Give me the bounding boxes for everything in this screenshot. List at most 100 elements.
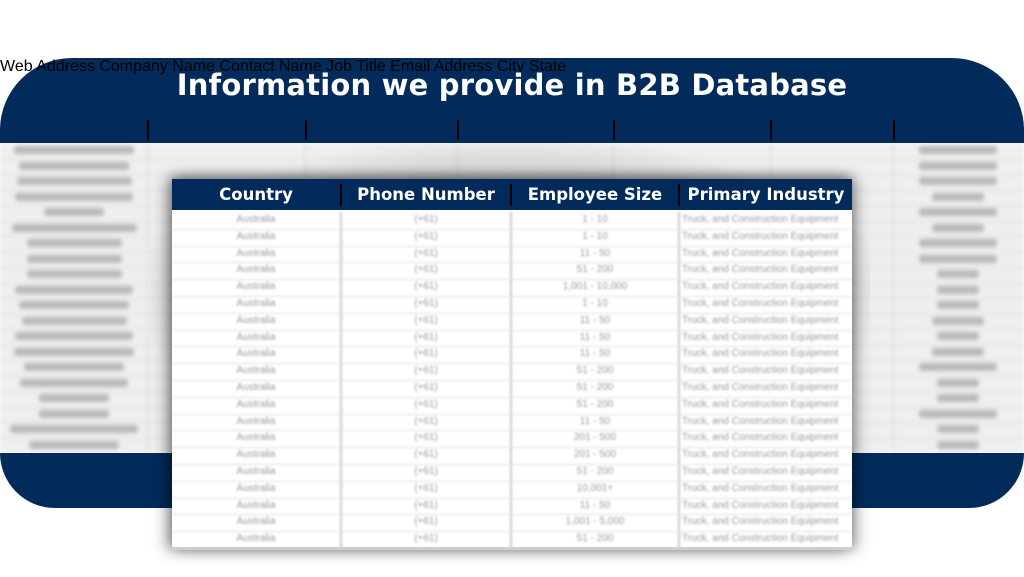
cell-employee-size: 11 - 50 bbox=[579, 247, 611, 259]
cell-employee-size: 201 - 500 bbox=[573, 432, 617, 444]
cell-country: Australia bbox=[236, 499, 276, 511]
cell-phone-number: (+61) bbox=[414, 230, 438, 242]
column-separator bbox=[457, 120, 459, 140]
cell-country: Australia bbox=[236, 516, 276, 528]
blurred-web-address bbox=[26, 239, 122, 247]
table-row: Australia (+61) 11 - 50 Truck, and Construc… bbox=[172, 346, 852, 365]
cell-phone-number: (+61) bbox=[414, 398, 438, 410]
cell-primary-industry: Truck, and Construction Equipment bbox=[682, 247, 839, 259]
cell-employee-size: 51 - 200 bbox=[576, 466, 614, 477]
cell-employee-size: 51 - 200 bbox=[576, 533, 614, 545]
blurred-state bbox=[919, 161, 997, 170]
cell-phone-number: (+61) bbox=[414, 382, 438, 393]
cell-primary-industry: Truck, and Construction Equipment bbox=[682, 365, 839, 377]
table-row: Australia (+61) 1 - 10 Truck, and Construct… bbox=[172, 296, 852, 314]
blurred-web-address bbox=[14, 347, 134, 356]
cell-phone-number: (+61) bbox=[414, 281, 438, 293]
blurred-state bbox=[919, 239, 997, 247]
cell-phone-number: (+61) bbox=[414, 348, 438, 360]
cell-country: Australia bbox=[236, 466, 276, 477]
cell-primary-industry: Truck, and Construction Equipment bbox=[682, 516, 839, 528]
blurred-state bbox=[919, 208, 997, 216]
table-row: Australia (+61) 51 - 200 Truck, and Constru… bbox=[172, 380, 852, 398]
cell-employee-size: 51 - 200 bbox=[576, 365, 614, 377]
cell-country: Australia bbox=[236, 348, 276, 360]
blurred-state bbox=[937, 394, 979, 402]
cell-country: Australia bbox=[236, 247, 276, 259]
cell-country: Australia bbox=[236, 432, 276, 444]
cell-phone-number: (+61) bbox=[414, 264, 438, 276]
cell-country: Australia bbox=[236, 482, 276, 494]
table-row: Australia (+61) 1,001 - 10,000 Truck, and C… bbox=[172, 279, 852, 297]
table-row: Australia (+61) 11 - 50 Truck, and Construc… bbox=[172, 313, 852, 331]
table-row: Australia (+61) 11 - 50 Truck, and Construc… bbox=[172, 330, 852, 348]
blurred-web-address bbox=[16, 177, 132, 185]
blurred-web-address bbox=[21, 316, 127, 325]
cell-primary-industry: Truck, and Construction Equipment bbox=[682, 214, 839, 225]
cell-country: Australia bbox=[236, 382, 276, 393]
column-separator bbox=[613, 120, 615, 140]
cell-employee-size: 1 - 10 bbox=[582, 298, 608, 309]
table-row: Australia (+61) 10,001+ Truck, and Construc… bbox=[172, 481, 852, 499]
column-header-country: Country bbox=[219, 185, 293, 204]
cell-country: Australia bbox=[236, 314, 276, 326]
blurred-state bbox=[932, 316, 984, 325]
blurred-web-address bbox=[15, 192, 133, 201]
foreground-table-header: Country Phone Number Employee Size Prima… bbox=[172, 179, 852, 210]
column-header-employee-size: Employee Size bbox=[527, 185, 663, 204]
cell-primary-industry: Truck, and Construction Equipment bbox=[682, 264, 839, 276]
column-separator bbox=[305, 120, 307, 140]
blurred-state bbox=[937, 332, 979, 340]
cell-primary-industry: Truck, and Construction Equipment bbox=[682, 331, 839, 343]
banner-header: Information we provide in B2B Database W… bbox=[0, 58, 1024, 143]
column-header-primary-industry: Primary Industry bbox=[687, 185, 845, 204]
column-separator bbox=[893, 120, 895, 140]
cell-phone-number: (+61) bbox=[414, 415, 438, 427]
blurred-web-address bbox=[26, 270, 122, 278]
cell-employee-size: 1,001 - 5,000 bbox=[565, 516, 625, 528]
blurred-state bbox=[932, 192, 984, 201]
blurred-state bbox=[919, 177, 997, 185]
cell-country: Australia bbox=[236, 415, 276, 427]
table-row: Australia (+61) 1,001 - 5,000 Truck, and Co… bbox=[172, 514, 852, 533]
cell-country: Australia bbox=[236, 264, 276, 276]
cell-employee-size: 51 - 200 bbox=[576, 382, 614, 393]
cell-primary-industry: Truck, and Construction Equipment bbox=[682, 533, 839, 545]
cell-phone-number: (+61) bbox=[414, 516, 438, 528]
cell-primary-industry: Truck, and Construction Equipment bbox=[682, 398, 839, 410]
cell-phone-number: (+61) bbox=[414, 214, 438, 225]
blurred-state bbox=[937, 378, 979, 387]
cell-phone-number: (+61) bbox=[414, 365, 438, 377]
table-row: Australia (+61) 11 - 50 Truck, and Construc… bbox=[172, 414, 852, 432]
cell-country: Australia bbox=[236, 281, 276, 293]
table-row: Australia (+61) 51 - 200 Truck, and Constru… bbox=[172, 262, 852, 281]
table-bottom-edge bbox=[172, 547, 852, 550]
cell-phone-number: (+61) bbox=[414, 247, 438, 259]
column-separator bbox=[770, 120, 772, 140]
blurred-state bbox=[919, 146, 997, 154]
cell-country: Australia bbox=[236, 298, 276, 309]
cell-primary-industry: Truck, and Construction Equipment bbox=[682, 230, 839, 242]
blurred-state bbox=[937, 301, 979, 309]
cell-primary-industry: Truck, and Construction Equipment bbox=[682, 466, 839, 477]
cell-phone-number: (+61) bbox=[414, 432, 438, 444]
cell-country: Australia bbox=[236, 230, 276, 242]
blurred-web-address bbox=[15, 285, 133, 294]
blurred-state bbox=[937, 440, 979, 449]
blurred-state bbox=[937, 285, 979, 294]
cell-phone-number: (+61) bbox=[414, 533, 438, 545]
cell-country: Australia bbox=[236, 331, 276, 343]
column-separator bbox=[147, 120, 149, 140]
table-row: Australia (+61) 51 - 200 Truck, and Constru… bbox=[172, 397, 852, 415]
blurred-web-address bbox=[39, 394, 109, 402]
table-row: Australia (+61) 201 - 500 Truck, and Constr… bbox=[172, 430, 852, 449]
cell-phone-number: (+61) bbox=[414, 449, 438, 461]
blurred-web-address bbox=[14, 146, 134, 154]
cell-country: Australia bbox=[236, 214, 276, 225]
cell-primary-industry: Truck, and Construction Equipment bbox=[682, 449, 839, 461]
cell-primary-industry: Truck, and Construction Equipment bbox=[682, 314, 839, 326]
cell-phone-number: (+61) bbox=[414, 499, 438, 511]
foreground-table-body: Australia (+61) 1 - 10 Truck, and Construct… bbox=[172, 212, 852, 550]
cell-phone-number: (+61) bbox=[414, 298, 438, 309]
cell-employee-size: 51 - 200 bbox=[576, 264, 614, 276]
